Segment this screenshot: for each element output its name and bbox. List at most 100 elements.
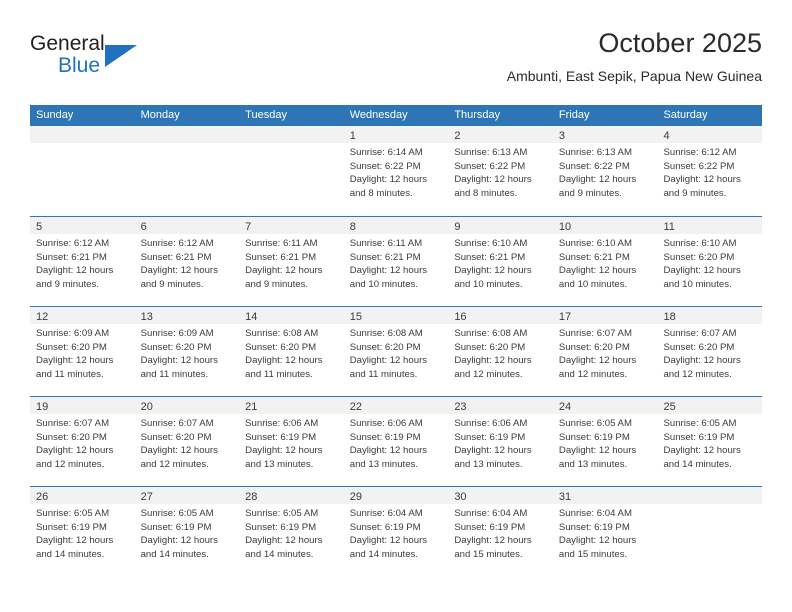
day-details: Sunrise: 6:12 AM Sunset: 6:21 PM Daylight:…: [135, 234, 240, 291]
day-details: Sunrise: 6:09 AM Sunset: 6:20 PM Daylight:…: [135, 324, 240, 381]
calendar-day-cell[interactable]: 3 Sunrise: 6:13 AM Sunset: 6:22 PM Daylight…: [552, 126, 658, 216]
daylight-text-line2: and 9 minutes.: [36, 278, 99, 290]
calendar-day-cell[interactable]: 10 Sunrise: 6:10 AM Sunset: 6:21 PM Dayligh…: [552, 217, 658, 306]
sunset-text: Sunset: 6:20 PM: [245, 341, 317, 353]
calendar-day-cell[interactable]: 24 Sunrise: 6:05 AM Sunset: 6:19 PM Dayligh…: [552, 397, 658, 486]
calendar-day-cell[interactable]: 4 Sunrise: 6:12 AM Sunset: 6:22 PM Daylight…: [657, 126, 763, 216]
calendar-day-cell[interactable]: 17 Sunrise: 6:07 AM Sunset: 6:20 PM Dayligh…: [552, 307, 658, 396]
calendar-day-cell[interactable]: 8 Sunrise: 6:11 AM Sunset: 6:21 PM Daylight…: [343, 217, 449, 306]
day-details: Sunrise: 6:06 AM Sunset: 6:19 PM Daylight:…: [239, 414, 344, 471]
daylight-text-line2: and 11 minutes.: [349, 368, 418, 380]
calendar-day-cell[interactable]: 25 Sunrise: 6:05 AM Sunset: 6:19 PM Dayligh…: [657, 397, 763, 486]
day-details: Sunrise: 6:07 AM Sunset: 6:20 PM Daylight:…: [657, 324, 762, 381]
sunset-text: Sunset: 6:20 PM: [663, 341, 735, 353]
calendar-day-cell[interactable]: 5 Sunrise: 6:12 AM Sunset: 6:21 PM Daylight…: [30, 217, 135, 306]
day-details: Sunrise: 6:08 AM Sunset: 6:20 PM Daylight:…: [344, 324, 449, 381]
sunset-text: Sunset: 6:19 PM: [663, 431, 735, 443]
page-title: October 2025: [598, 28, 762, 58]
calendar-day-cell[interactable]: 12 Sunrise: 6:09 AM Sunset: 6:20 PM Dayligh…: [30, 307, 135, 396]
sunrise-text: Sunrise: 6:09 AM: [36, 328, 110, 339]
calendar-day-cell[interactable]: 13 Sunrise: 6:09 AM Sunset: 6:20 PM Dayligh…: [134, 307, 240, 396]
calendar-day-cell-empty: [134, 126, 240, 216]
sunset-text: Sunset: 6:19 PM: [558, 431, 630, 443]
day-number-band: [239, 126, 344, 143]
sunset-text: Sunset: 6:22 PM: [349, 160, 421, 172]
day-number-band: 5: [30, 217, 135, 234]
calendar-grid: Sunday Monday Tuesday Wednesday Thursday Frid…: [30, 105, 763, 576]
sunrise-text: Sunrise: 6:07 AM: [558, 328, 632, 339]
daylight-text-line2: and 14 minutes.: [140, 548, 209, 560]
calendar-day-cell[interactable]: 14 Sunrise: 6:08 AM Sunset: 6:20 PM Dayligh…: [239, 307, 344, 396]
day-details: Sunrise: 6:05 AM Sunset: 6:19 PM Daylight:…: [135, 504, 240, 561]
day-number: 11: [663, 221, 675, 233]
calendar-day-cell[interactable]: 11 Sunrise: 6:10 AM Sunset: 6:20 PM Dayligh…: [657, 217, 763, 306]
daylight-text-line1: Daylight: 12 hours: [36, 355, 114, 367]
daylight-text-line2: and 14 minutes.: [349, 548, 419, 560]
day-number: 26: [36, 491, 49, 503]
day-number: 19: [36, 401, 49, 413]
calendar-day-cell[interactable]: 9 Sunrise: 6:10 AM Sunset: 6:21 PM Daylight…: [448, 217, 553, 306]
daylight-text-line1: Daylight: 12 hours: [663, 174, 741, 186]
day-details: Sunrise: 6:13 AM Sunset: 6:22 PM Daylight:…: [553, 143, 658, 200]
calendar-day-cell[interactable]: 27 Sunrise: 6:05 AM Sunset: 6:19 PM Dayligh…: [134, 487, 240, 576]
calendar-day-cell[interactable]: 7 Sunrise: 6:11 AM Sunset: 6:21 PM Daylight…: [239, 217, 344, 306]
triangle-flag-icon: [105, 45, 137, 67]
calendar-day-cell[interactable]: 29 Sunrise: 6:04 AM Sunset: 6:19 PM Dayligh…: [343, 487, 449, 576]
calendar-day-cell[interactable]: 15 Sunrise: 6:08 AM Sunset: 6:20 PM Dayligh…: [343, 307, 449, 396]
calendar-day-cell[interactable]: 21 Sunrise: 6:06 AM Sunset: 6:19 PM Dayligh…: [239, 397, 344, 486]
sunset-text: Sunset: 6:19 PM: [454, 431, 526, 443]
calendar-day-cell[interactable]: 19 Sunrise: 6:07 AM Sunset: 6:20 PM Dayligh…: [30, 397, 135, 486]
day-number: 6: [140, 221, 147, 233]
day-details: Sunrise: 6:13 AM Sunset: 6:22 PM Daylight:…: [448, 143, 553, 200]
sunrise-text: Sunrise: 6:12 AM: [140, 238, 214, 249]
calendar-week-row: 1 Sunrise: 6:14 AM Sunset: 6:22 PM Daylight…: [30, 126, 763, 216]
calendar-day-cell[interactable]: 28 Sunrise: 6:05 AM Sunset: 6:19 PM Dayligh…: [239, 487, 344, 576]
sunset-text: Sunset: 6:19 PM: [558, 521, 630, 533]
day-number: 24: [558, 401, 572, 413]
sunrise-text: Sunrise: 6:13 AM: [454, 147, 528, 158]
day-number: 4: [663, 130, 670, 142]
day-number: 20: [140, 401, 153, 413]
calendar-day-cell[interactable]: 1 Sunrise: 6:14 AM Sunset: 6:22 PM Daylight…: [343, 126, 449, 216]
sunset-text: Sunset: 6:19 PM: [245, 521, 317, 533]
calendar-day-cell[interactable]: 31 Sunrise: 6:04 AM Sunset: 6:19 PM Dayligh…: [552, 487, 658, 576]
sunrise-text: Sunrise: 6:04 AM: [558, 508, 632, 519]
daylight-text-line2: and 13 minutes.: [349, 458, 419, 470]
daylight-text-line2: and 11 minutes.: [36, 368, 104, 380]
day-number: 1: [349, 130, 356, 142]
calendar-day-cell[interactable]: 18 Sunrise: 6:07 AM Sunset: 6:20 PM Dayligh…: [657, 307, 763, 396]
calendar-day-cell[interactable]: 6 Sunrise: 6:12 AM Sunset: 6:21 PM Daylight…: [134, 217, 240, 306]
day-number: 21: [245, 401, 258, 413]
day-number: 31: [558, 491, 572, 503]
calendar-day-cell[interactable]: 30 Sunrise: 6:04 AM Sunset: 6:19 PM Dayligh…: [448, 487, 553, 576]
calendar-day-cell[interactable]: 2 Sunrise: 6:13 AM Sunset: 6:22 PM Daylight…: [448, 126, 553, 216]
daylight-text-line1: Daylight: 12 hours: [349, 355, 428, 367]
day-number-band: 10: [552, 217, 658, 234]
daylight-text-line2: and 12 minutes.: [140, 458, 209, 470]
sunset-text: Sunset: 6:20 PM: [558, 341, 630, 353]
brand-name-general: General: [30, 32, 105, 55]
day-number: 30: [454, 491, 467, 503]
day-number: 14: [245, 311, 258, 323]
sunrise-text: Sunrise: 6:04 AM: [349, 508, 423, 519]
brand-logo[interactable]: General Blue: [30, 32, 150, 84]
daylight-text-line1: Daylight: 12 hours: [454, 355, 532, 367]
day-number: 10: [558, 221, 572, 233]
daylight-text-line1: Daylight: 12 hours: [663, 445, 741, 457]
day-number-band: 22: [343, 397, 449, 414]
calendar-day-cell[interactable]: 20 Sunrise: 6:07 AM Sunset: 6:20 PM Dayligh…: [134, 397, 240, 486]
sunrise-text: Sunrise: 6:06 AM: [454, 418, 528, 429]
sunrise-text: Sunrise: 6:10 AM: [454, 238, 528, 249]
day-number-band: 2: [448, 126, 553, 143]
sunrise-text: Sunrise: 6:05 AM: [558, 418, 632, 429]
calendar-day-cell[interactable]: 22 Sunrise: 6:06 AM Sunset: 6:19 PM Dayligh…: [343, 397, 449, 486]
day-details: Sunrise: 6:10 AM Sunset: 6:20 PM Daylight:…: [657, 234, 762, 291]
daylight-text-line2: and 8 minutes.: [349, 187, 413, 199]
calendar-day-cell[interactable]: 26 Sunrise: 6:05 AM Sunset: 6:19 PM Dayligh…: [30, 487, 135, 576]
day-details: Sunrise: 6:07 AM Sunset: 6:20 PM Daylight:…: [135, 414, 240, 471]
sunset-text: Sunset: 6:19 PM: [454, 521, 526, 533]
calendar-day-cell[interactable]: 16 Sunrise: 6:08 AM Sunset: 6:20 PM Dayligh…: [448, 307, 553, 396]
page-header: General Blue October 2025 Ambunti, East …: [30, 26, 762, 98]
daylight-text-line2: and 12 minutes.: [663, 368, 732, 380]
calendar-day-cell[interactable]: 23 Sunrise: 6:06 AM Sunset: 6:19 PM Dayligh…: [448, 397, 553, 486]
